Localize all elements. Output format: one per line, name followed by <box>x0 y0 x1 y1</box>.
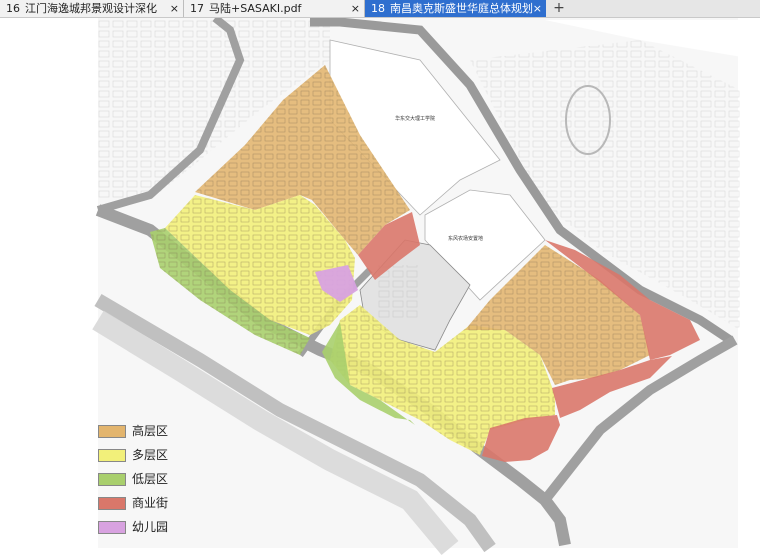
legend-item-commercial: 商业街 <box>98 494 218 512</box>
existing-buildings <box>378 265 418 320</box>
school-label: 华东交大理工学院 <box>395 115 435 122</box>
tab-number: 18 <box>371 2 385 15</box>
legend-swatch <box>98 497 126 510</box>
tab-title: 马陆+SASAKI.pdf <box>209 2 302 15</box>
tab-bar: 16 江门海逸城邦景观设计深化 × 17 马陆+SASAKI.pdf × 18 南昌奥… <box>0 0 760 18</box>
tab-title: 江门海逸城邦景观设计深化 <box>25 2 157 15</box>
legend-item-high-rise: 高层区 <box>98 422 218 440</box>
legend-swatch <box>98 425 126 438</box>
site-label: 东风农场安置地 <box>448 235 483 242</box>
legend-label: 高层区 <box>132 424 169 438</box>
tab-jiangmen[interactable]: 16 江门海逸城邦景观设计深化 × <box>0 0 184 17</box>
legend-swatch <box>98 473 126 486</box>
new-tab-button[interactable]: + <box>550 0 568 17</box>
legend-item-multi-story: 多层区 <box>98 446 218 464</box>
legend-swatch <box>98 521 126 534</box>
tab-title: 南昌奥克斯盛世华庭总体规划 <box>390 2 533 15</box>
legend-swatch <box>98 449 126 462</box>
close-icon[interactable]: × <box>351 0 360 17</box>
close-icon[interactable]: × <box>533 0 542 17</box>
legend-label: 商业街 <box>132 496 169 510</box>
close-icon[interactable]: × <box>170 0 179 17</box>
legend-item-low-rise: 低层区 <box>98 470 218 488</box>
document-viewer: 华东交大理工学院 东风农场安置地 高层区 多层区 低层区 商业街 幼儿园 <box>0 18 760 559</box>
tab-nanchang-aux[interactable]: 18 南昌奥克斯盛世华庭总体规划 × <box>365 0 546 17</box>
tab-number: 17 <box>190 2 204 15</box>
tab-malu-sasaki[interactable]: 17 马陆+SASAKI.pdf × <box>184 0 365 17</box>
tab-number: 16 <box>6 2 20 15</box>
legend-label: 多层区 <box>132 448 169 462</box>
legend-label: 低层区 <box>132 472 169 486</box>
legend-label: 幼儿园 <box>132 520 169 534</box>
legend-item-kindergarten: 幼儿园 <box>98 518 218 536</box>
